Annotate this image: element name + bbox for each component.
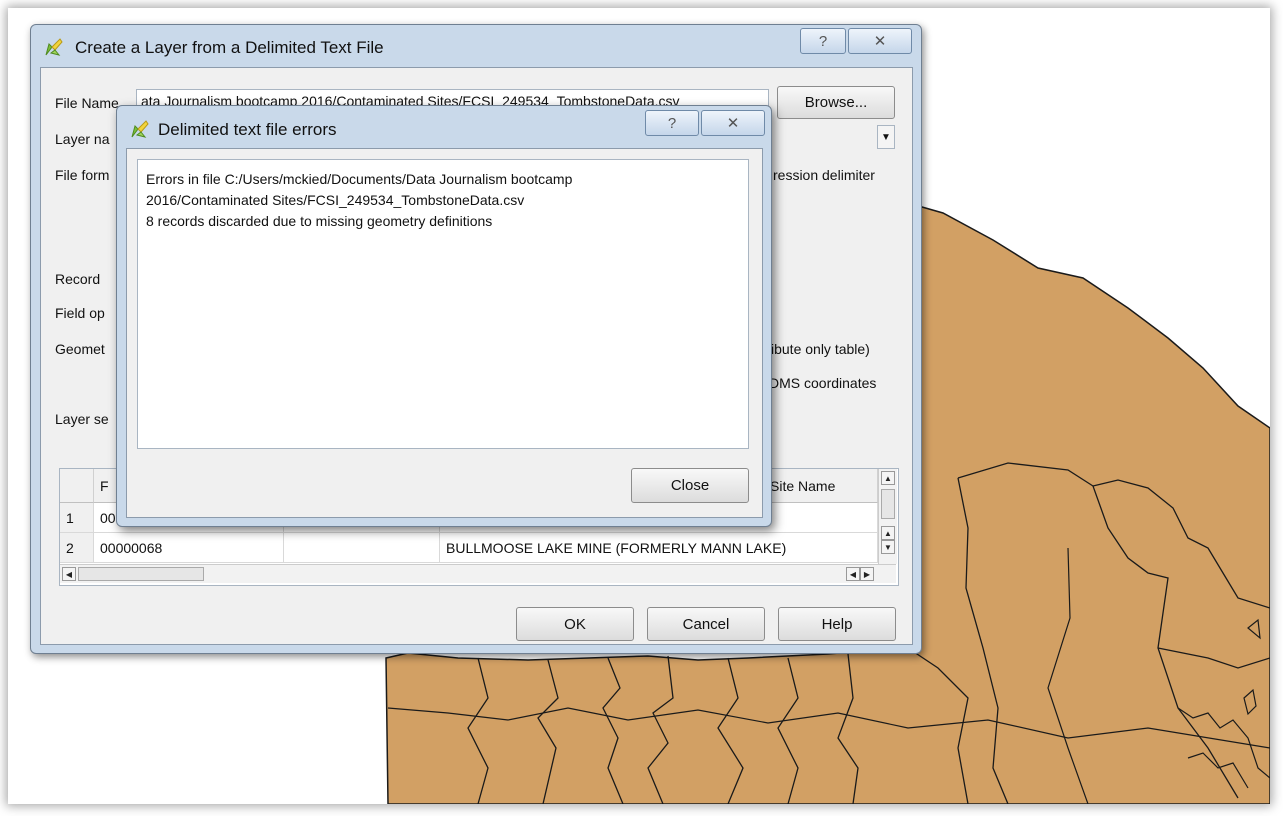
dms-coordinates-option[interactable]: DMS coordinates: [769, 375, 876, 391]
error-line: 2016/Contaminated Sites/FCSI_249534_Tomb…: [146, 192, 525, 208]
error-dialog-title: Delimited text file errors: [158, 120, 337, 139]
record-options-label: Record: [55, 271, 101, 287]
close-icon: ✕: [873, 33, 887, 50]
close-icon: ✕: [726, 115, 740, 132]
help-button[interactable]: Help: [778, 607, 896, 641]
field-options-label: Field op: [55, 305, 105, 321]
layer-name-label: Layer na: [55, 131, 110, 147]
question-icon: ?: [818, 32, 828, 50]
file-format-label: File form: [55, 167, 110, 183]
no-geometry-option[interactable]: ibute only table): [771, 341, 870, 357]
error-line: Errors in file C:/Users/mckied/Documents…: [146, 171, 573, 187]
qgis-logo-icon: [43, 36, 65, 58]
vertical-scroll-thumb[interactable]: [881, 489, 895, 519]
table-cell: BULLMOOSE LAKE MINE (FORMERLY MANN LAKE): [440, 533, 878, 563]
row-number: 1: [60, 503, 94, 533]
geometry-label: Geomet: [55, 341, 105, 357]
horizontal-scroll-thumb[interactable]: [78, 567, 204, 581]
help-title-button[interactable]: ?: [800, 28, 846, 54]
row-number: 2: [60, 533, 94, 563]
dialog-title: Create a Layer from a Delimited Text Fil…: [75, 38, 384, 57]
close-title-button[interactable]: ✕: [848, 28, 912, 54]
scroll-left-icon[interactable]: ◀: [62, 567, 76, 581]
error-dialog-body: Errors in file C:/Users/mckied/Documents…: [126, 148, 763, 518]
encoding-combo-arrow[interactable]: ▼: [877, 125, 895, 149]
horizontal-scrollbar[interactable]: ◀ ◀ ▶: [60, 564, 896, 583]
cancel-button[interactable]: Cancel: [647, 607, 765, 641]
help-title-button[interactable]: ?: [645, 110, 699, 136]
scroll-up-icon[interactable]: ▲: [881, 471, 895, 485]
error-line: 8 records discarded due to missing geome…: [146, 213, 493, 229]
regex-delimiter-label[interactable]: ression delimiter: [773, 167, 875, 183]
screenshot-frame: Create a Layer from a Delimited Text Fil…: [8, 8, 1270, 804]
qgis-logo-icon: [129, 118, 151, 140]
layer-settings-label: Layer se: [55, 411, 109, 427]
file-name-label: File Name: [55, 95, 119, 111]
question-icon: ?: [667, 114, 677, 132]
table-corner: [60, 469, 94, 503]
vertical-scrollbar[interactable]: ▲ ▲ ▼: [878, 469, 897, 564]
error-message-box[interactable]: Errors in file C:/Users/mckied/Documents…: [137, 159, 749, 449]
scroll-right-icon[interactable]: ▶: [860, 567, 874, 581]
browse-button[interactable]: Browse...: [777, 86, 895, 119]
ok-button[interactable]: OK: [516, 607, 634, 641]
scroll-up-icon[interactable]: ▲: [881, 526, 895, 540]
delimited-text-errors-dialog: Delimited text file errors ? ✕ Errors in…: [116, 105, 772, 527]
table-cell: [284, 533, 440, 563]
close-button[interactable]: Close: [631, 468, 749, 503]
close-title-button[interactable]: ✕: [701, 110, 765, 136]
scroll-down-icon[interactable]: ▼: [881, 540, 895, 554]
scroll-left-icon[interactable]: ◀: [846, 567, 860, 581]
table-cell: 00000068: [94, 533, 284, 563]
